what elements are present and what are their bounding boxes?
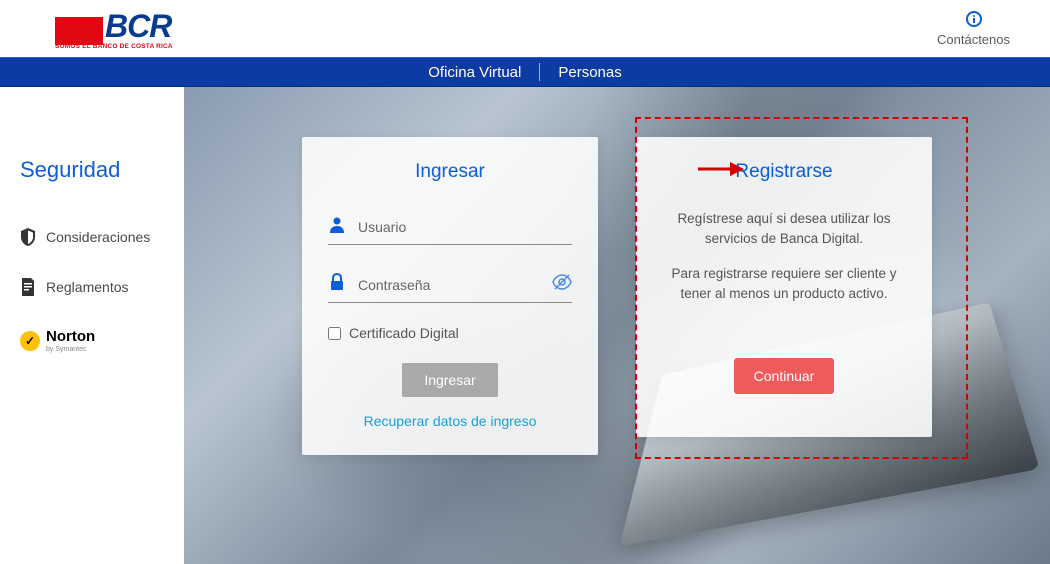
recover-link[interactable]: Recuperar datos de ingreso <box>328 413 572 429</box>
login-title: Ingresar <box>328 161 572 183</box>
continue-button[interactable]: Continuar <box>734 358 835 394</box>
login-card: Ingresar Usuario Contraseña <box>302 137 598 455</box>
shield-icon <box>20 228 36 246</box>
nav-item-personas[interactable]: Personas <box>558 64 621 81</box>
nav-separator <box>539 63 540 81</box>
sidebar: Seguridad Consideraciones Reglamentos ✓ … <box>0 87 184 564</box>
norton-label: Norton <box>46 328 95 345</box>
logo: BCR SOMOS EL BANCO DE COSTA RICA <box>55 8 173 50</box>
register-text-2: Para registrarse requiere ser cliente y … <box>662 264 906 305</box>
logo-text: BCR <box>105 8 171 45</box>
nav-item-oficina[interactable]: Oficina Virtual <box>428 64 521 81</box>
info-icon <box>937 11 1010 32</box>
document-icon <box>20 278 36 296</box>
navbar: Oficina Virtual Personas <box>0 57 1050 87</box>
norton-sublabel: by Symantec <box>46 346 95 353</box>
cert-checkbox-row[interactable]: Certificado Digital <box>328 325 572 341</box>
eye-off-icon[interactable] <box>552 274 572 295</box>
norton-badge[interactable]: ✓ Norton by Symantec <box>20 328 184 353</box>
login-button[interactable]: Ingresar <box>402 363 497 397</box>
sidebar-item-label: Consideraciones <box>46 229 150 245</box>
username-label: Usuario <box>358 219 572 235</box>
header: BCR SOMOS EL BANCO DE COSTA RICA Contáct… <box>0 0 1050 57</box>
main: Seguridad Consideraciones Reglamentos ✓ … <box>0 87 1050 564</box>
sidebar-item-consideraciones[interactable]: Consideraciones <box>20 228 184 246</box>
logo-red-block <box>55 17 103 45</box>
register-card: Registrarse Regístrese aquí si desea uti… <box>636 137 932 437</box>
logo-tagline: SOMOS EL BANCO DE COSTA RICA <box>55 43 173 50</box>
sidebar-item-reglamentos[interactable]: Reglamentos <box>20 278 184 296</box>
cert-label: Certificado Digital <box>349 325 459 341</box>
sidebar-item-label: Reglamentos <box>46 279 129 295</box>
lock-icon <box>328 273 348 296</box>
hero-area: Ingresar Usuario Contraseña <box>184 87 1050 564</box>
contact-link[interactable]: Contáctenos <box>937 11 1010 47</box>
password-field[interactable]: Contraseña <box>328 267 572 303</box>
cert-checkbox[interactable] <box>328 327 341 340</box>
user-icon <box>328 215 348 238</box>
norton-check-icon: ✓ <box>20 331 40 351</box>
sidebar-title: Seguridad <box>20 157 184 183</box>
username-field[interactable]: Usuario <box>328 209 572 245</box>
contact-label: Contáctenos <box>937 32 1010 47</box>
password-label: Contraseña <box>358 277 552 293</box>
annotation-arrow-icon <box>696 159 746 179</box>
register-text-1: Regístrese aquí si desea utilizar los se… <box>662 209 906 250</box>
